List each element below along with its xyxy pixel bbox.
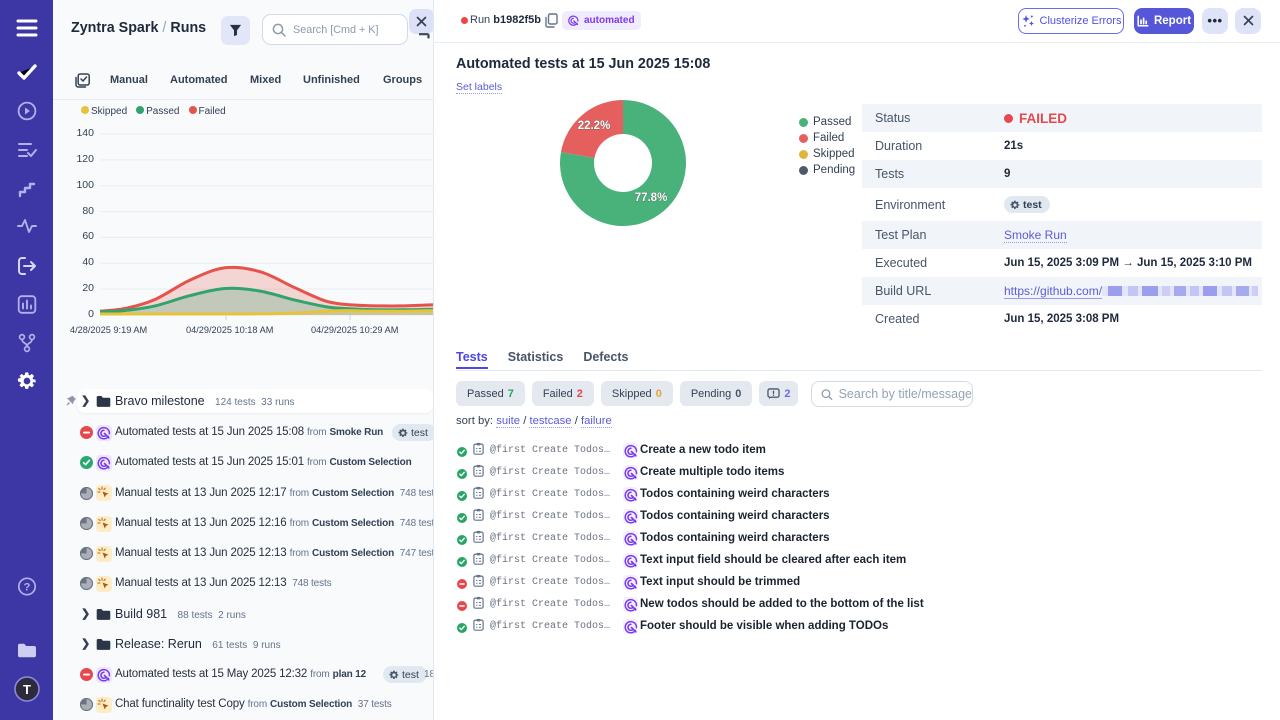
svg-text:77.8%: 77.8% <box>635 192 668 204</box>
svg-text:?: ? <box>23 582 30 594</box>
svg-text:22.2%: 22.2% <box>578 120 611 132</box>
svg-text:T: T <box>23 682 31 697</box>
